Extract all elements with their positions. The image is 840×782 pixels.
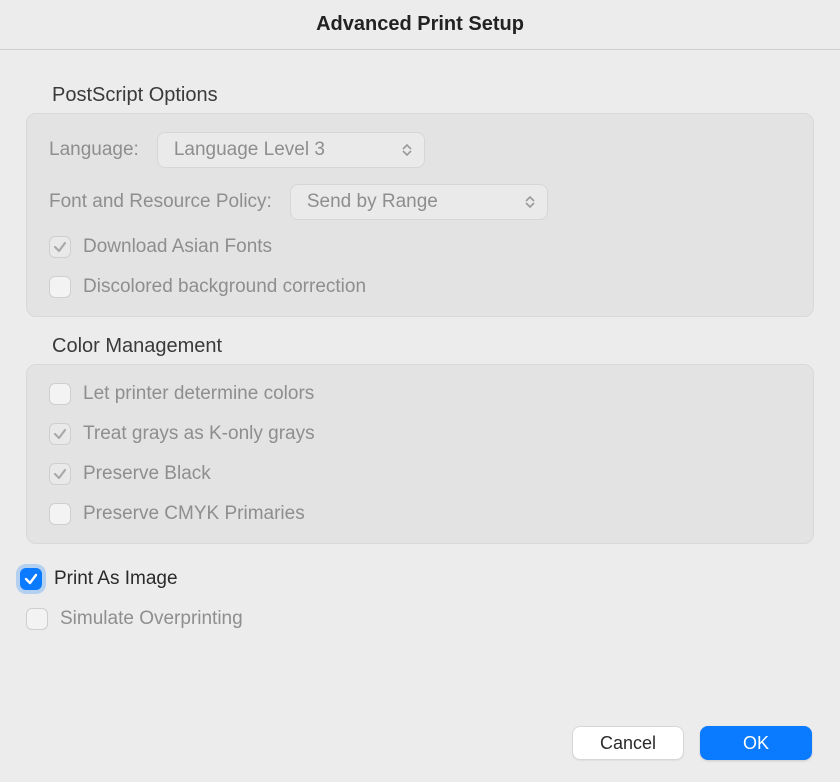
postscript-header: PostScript Options xyxy=(52,84,814,107)
button-bar: Cancel OK xyxy=(572,726,812,760)
ok-button[interactable]: OK xyxy=(700,726,812,760)
color-section: Let printer determine colors Treat grays… xyxy=(26,364,814,544)
preserve-cmyk-label: Preserve CMYK Primaries xyxy=(83,503,305,525)
postscript-section: Language: Language Level 3 Font and Reso… xyxy=(26,113,814,317)
discolored-label: Discolored background correction xyxy=(83,276,366,298)
language-select-value: Language Level 3 xyxy=(174,139,325,161)
print-as-image-checkbox[interactable] xyxy=(20,568,42,590)
print-as-image-label: Print As Image xyxy=(54,568,178,590)
treat-grays-label: Treat grays as K-only grays xyxy=(83,423,315,445)
color-header: Color Management xyxy=(52,335,814,358)
preserve-black-checkbox[interactable] xyxy=(49,463,71,485)
preserve-black-label: Preserve Black xyxy=(83,463,211,485)
simulate-overprinting-checkbox[interactable] xyxy=(26,608,48,630)
policy-select-value: Send by Range xyxy=(307,191,438,213)
titlebar: Advanced Print Setup xyxy=(0,0,840,50)
policy-row: Font and Resource Policy: Send by Range xyxy=(49,184,791,220)
language-select[interactable]: Language Level 3 xyxy=(157,132,425,168)
simulate-overprinting-label: Simulate Overprinting xyxy=(60,608,243,630)
cancel-button[interactable]: Cancel xyxy=(572,726,684,760)
updown-icon xyxy=(402,144,412,156)
let-printer-checkbox[interactable] xyxy=(49,383,71,405)
discolored-checkbox[interactable] xyxy=(49,276,71,298)
language-label: Language: xyxy=(49,139,139,161)
preserve-black-row: Preserve Black xyxy=(49,463,791,485)
download-asian-checkbox[interactable] xyxy=(49,236,71,258)
treat-grays-checkbox[interactable] xyxy=(49,423,71,445)
preserve-cmyk-checkbox[interactable] xyxy=(49,503,71,525)
simulate-overprinting-row: Simulate Overprinting xyxy=(26,608,814,630)
let-printer-row: Let printer determine colors xyxy=(49,383,791,405)
let-printer-label: Let printer determine colors xyxy=(83,383,314,405)
preserve-cmyk-row: Preserve CMYK Primaries xyxy=(49,503,791,525)
policy-label: Font and Resource Policy: xyxy=(49,191,272,213)
extra-options: Print As Image Simulate Overprinting xyxy=(26,568,814,630)
updown-icon xyxy=(525,196,535,208)
print-as-image-row: Print As Image xyxy=(20,568,814,590)
download-asian-label: Download Asian Fonts xyxy=(83,236,272,258)
dialog-title: Advanced Print Setup xyxy=(316,13,524,36)
policy-select[interactable]: Send by Range xyxy=(290,184,548,220)
discolored-row: Discolored background correction xyxy=(49,276,791,298)
content-area: PostScript Options Language: Language Le… xyxy=(0,50,840,630)
treat-grays-row: Treat grays as K-only grays xyxy=(49,423,791,445)
download-asian-row: Download Asian Fonts xyxy=(49,236,791,258)
language-row: Language: Language Level 3 xyxy=(49,132,791,168)
